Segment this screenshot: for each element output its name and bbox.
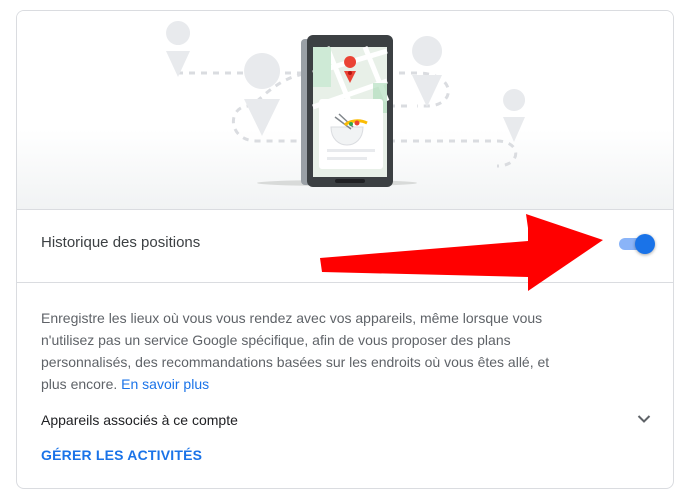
hero-divider [17,209,673,210]
location-illustration [166,21,526,187]
section-divider [17,282,673,283]
description-paragraph: Enregistre les lieux où vous vous rendez… [41,307,561,395]
location-history-card: Historique des positions Enregistre les … [16,10,674,489]
toggle-thumb [635,234,655,254]
description-text: Enregistre les lieux où vous vous rendez… [41,310,550,392]
associated-devices-row[interactable]: Appareils associés à ce compte [41,409,651,431]
illustration-banner [17,11,673,209]
phone-map-icon [307,35,393,187]
manage-activity-link[interactable]: GÉRER LES ACTIVITÉS [41,447,202,463]
devices-label: Appareils associés à ce compte [41,412,238,428]
location-history-toggle[interactable] [617,233,657,255]
chevron-down-icon [637,411,651,429]
learn-more-link[interactable]: En savoir plus [121,376,209,392]
section-title: Historique des positions [41,234,201,251]
